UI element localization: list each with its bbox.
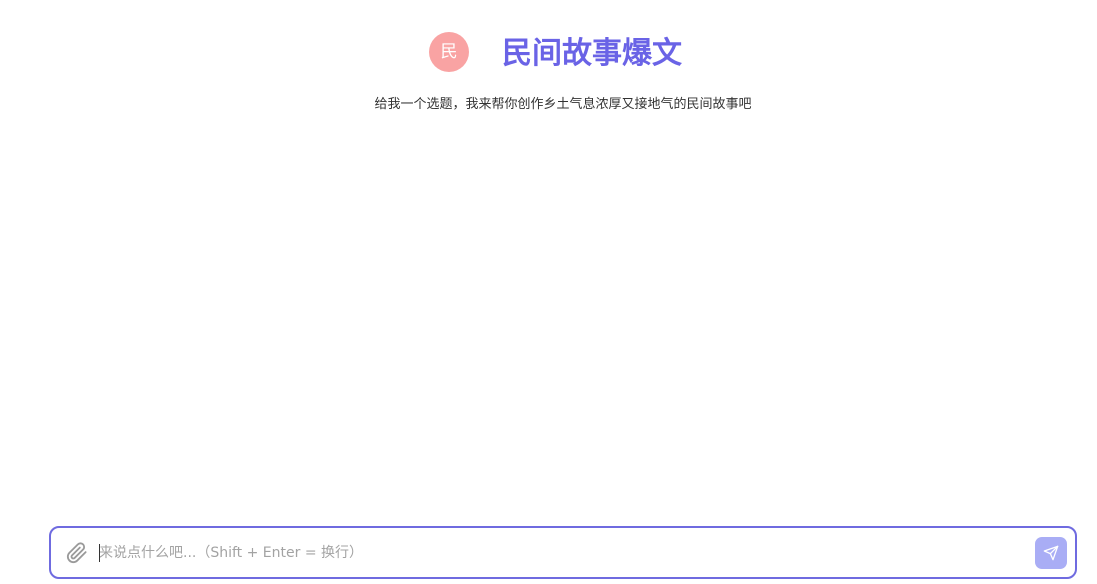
send-button[interactable]: [1035, 537, 1067, 569]
paperclip-icon[interactable]: [66, 542, 88, 564]
message-input[interactable]: [99, 528, 1029, 577]
chat-page: 民 民间故事爆文 给我一个选题，我来帮你创作乡土气息浓厚又接地气的民间故事吧: [0, 0, 1097, 584]
agent-avatar: 民: [429, 32, 469, 72]
send-icon: [1043, 545, 1059, 561]
text-caret: [99, 544, 100, 562]
agent-header: 民 民间故事爆文 给我一个选题，我来帮你创作乡土气息浓厚又接地气的民间故事吧: [0, 0, 1097, 120]
agent-title: 民间故事爆文: [502, 36, 682, 71]
message-composer: [49, 526, 1077, 579]
agent-description: 给我一个选题，我来帮你创作乡土气息浓厚又接地气的民间故事吧: [374, 97, 752, 112]
